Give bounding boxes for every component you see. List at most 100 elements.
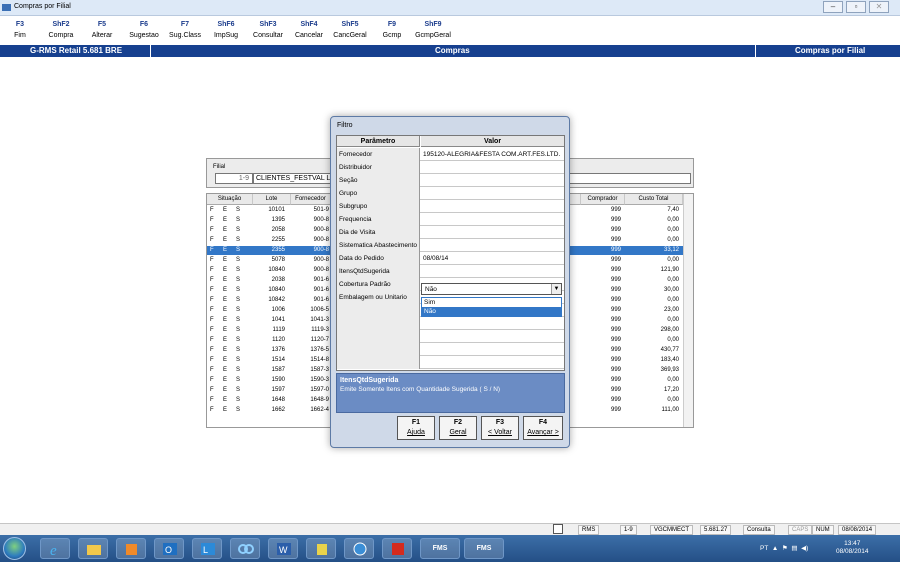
param-row[interactable] <box>337 317 564 330</box>
param-value[interactable]: 08/08/14 <box>421 252 564 265</box>
param-row[interactable]: Subgrupo <box>337 200 564 213</box>
fms-taskbar-button-1[interactable]: FMS <box>420 538 460 559</box>
taskbar-clock[interactable]: 13:47 08/08/2014 <box>836 540 869 556</box>
ie-taskbar-button[interactable]: e <box>40 538 70 559</box>
cell-s3: S <box>236 377 241 383</box>
param-row[interactable]: Grupo <box>337 187 564 200</box>
param-row[interactable]: Distribuidor <box>337 161 564 174</box>
explorer-taskbar-button[interactable] <box>78 538 108 559</box>
ajuda-button[interactable]: F1 Ajuda <box>397 416 435 440</box>
clock-time: 13:47 <box>844 540 861 547</box>
param-value[interactable] <box>421 343 564 356</box>
screen-name: Compras <box>435 46 470 55</box>
param-row[interactable]: Dia de Visita <box>337 226 564 239</box>
param-value[interactable] <box>421 356 564 369</box>
pdf-taskbar-button[interactable] <box>382 538 412 559</box>
param-row[interactable]: ItensQtdSugerida <box>337 265 564 278</box>
cell-forn: 1514-8 <box>310 357 329 363</box>
param-row[interactable]: Seção <box>337 174 564 187</box>
close-button[interactable]: ✕ <box>869 1 889 13</box>
app-taskbar-button[interactable] <box>230 538 260 559</box>
param-value[interactable] <box>421 161 564 174</box>
param-value[interactable] <box>421 226 564 239</box>
cell-s2: E <box>223 337 228 343</box>
fkey-cancelar[interactable]: ShF4 Cancelar <box>291 19 327 41</box>
param-row[interactable] <box>337 330 564 343</box>
param-value[interactable] <box>421 265 564 278</box>
param-row[interactable]: Fornecedor 195120-ALEGRIA&FESTA COM.ART.F… <box>337 148 564 161</box>
network-taskbar-button[interactable] <box>344 538 374 559</box>
geral-button[interactable]: F2 Geral <box>439 416 477 440</box>
grid-scrollbar[interactable] <box>683 194 693 427</box>
cell-custo: 0,00 <box>667 237 679 243</box>
param-value[interactable] <box>421 239 564 252</box>
param-row[interactable]: Sistematica Abastecimento <box>337 239 564 252</box>
fkey-compra[interactable]: ShF2 Compra <box>43 19 79 41</box>
filial-code-field[interactable]: 1-9 <box>215 173 253 184</box>
word-taskbar-button[interactable]: W <box>268 538 298 559</box>
cell-comp: 999 <box>610 227 621 233</box>
description-title: ItensQtdSugerida <box>340 377 399 384</box>
cell-custo: 0,00 <box>667 227 679 233</box>
param-value[interactable]: 195120-ALEGRIA&FESTA COM.ART.FES.LTD. <box>421 148 564 161</box>
outlook-taskbar-button[interactable]: O <box>154 538 184 559</box>
minimize-button[interactable]: ‒ <box>823 1 843 13</box>
fkey-impsug[interactable]: ShF6 ImpSug <box>208 19 244 41</box>
avancar-button[interactable]: F4 Avançar > <box>523 416 563 440</box>
volume-icon[interactable]: ◀) <box>801 545 808 552</box>
fkey-cancgeral[interactable]: ShF5 CancGeral <box>332 19 368 41</box>
cell-s3: S <box>236 237 241 243</box>
param-value[interactable] <box>421 317 564 330</box>
language-indicator[interactable]: PT <box>760 545 768 552</box>
chevron-up-icon[interactable]: ▲ <box>770 545 780 552</box>
option-nao[interactable]: Não <box>422 307 561 316</box>
cell-comp: 999 <box>610 237 621 243</box>
option-sim[interactable]: Sim <box>422 298 561 307</box>
voltar-button[interactable]: F3 < Voltar <box>481 416 519 440</box>
param-row[interactable]: Data do Pedido 08/08/14 <box>337 252 564 265</box>
param-value[interactable] <box>421 187 564 200</box>
itensqtdsugerida-select[interactable]: Não ▼ <box>421 283 562 295</box>
param-row[interactable] <box>337 356 564 369</box>
lync-taskbar-button[interactable]: L <box>192 538 222 559</box>
cell-custo: 0,00 <box>667 317 679 323</box>
fkey-alterar[interactable]: F5 Alterar <box>84 19 120 41</box>
fkey-gcmpgeral[interactable]: ShF9 GcmpGeral <box>415 19 451 41</box>
fkey-consultar[interactable]: ShF3 Consultar <box>250 19 286 41</box>
param-row[interactable]: Frequencia <box>337 213 564 226</box>
svg-text:O: O <box>165 545 172 555</box>
app-header-bar: G-RMS Retail 5.681 BRE Compras Compras p… <box>0 45 900 57</box>
param-value[interactable] <box>421 213 564 226</box>
fkey-sugestao[interactable]: F6 Sugestao <box>126 19 162 41</box>
start-button[interactable] <box>3 537 26 560</box>
fkey-fim[interactable]: F3 Fim <box>2 19 38 41</box>
col-header-custo[interactable]: Custo Total <box>625 194 683 205</box>
param-value[interactable] <box>421 330 564 343</box>
fms-taskbar-button-2[interactable]: FMS <box>464 538 504 559</box>
setup-taskbar-button[interactable] <box>306 538 336 559</box>
col-header-fornecedor[interactable]: Fornecedor <box>291 194 331 205</box>
cell-s3: S <box>236 347 241 353</box>
cell-comp: 999 <box>610 287 621 293</box>
window-titlebar: Compras por Filial ‒ ▫ ✕ <box>0 0 900 16</box>
col-header-comprador[interactable]: Comprador <box>581 194 625 205</box>
col-header-situacao[interactable]: Situação <box>207 194 253 205</box>
select-options-list[interactable]: Sim Não <box>421 297 562 317</box>
cell-s2: E <box>223 307 228 313</box>
fkey-sugclass[interactable]: F7 Sug.Class <box>167 19 203 41</box>
cell-s1: F <box>210 377 214 383</box>
param-value[interactable] <box>421 200 564 213</box>
maximize-button[interactable]: ▫ <box>846 1 866 13</box>
fkey-gcmp[interactable]: F9 Gcmp <box>374 19 410 41</box>
col-header-lote[interactable]: Lote <box>253 194 291 205</box>
chevron-down-icon[interactable]: ▼ <box>551 284 561 294</box>
param-value[interactable] <box>421 174 564 187</box>
header-divider <box>755 45 756 57</box>
cell-s2: E <box>223 317 228 323</box>
flag-icon[interactable]: ⚑ <box>782 545 790 552</box>
app-version: G-RMS Retail 5.681 BRE <box>30 46 123 55</box>
status-bar: RMS 1-9 VGCMMECT 5.681.27 Consulta CAPS … <box>0 523 900 535</box>
network-icon[interactable]: ▤ <box>791 545 799 552</box>
param-row[interactable] <box>337 343 564 356</box>
media-taskbar-button[interactable] <box>116 538 146 559</box>
